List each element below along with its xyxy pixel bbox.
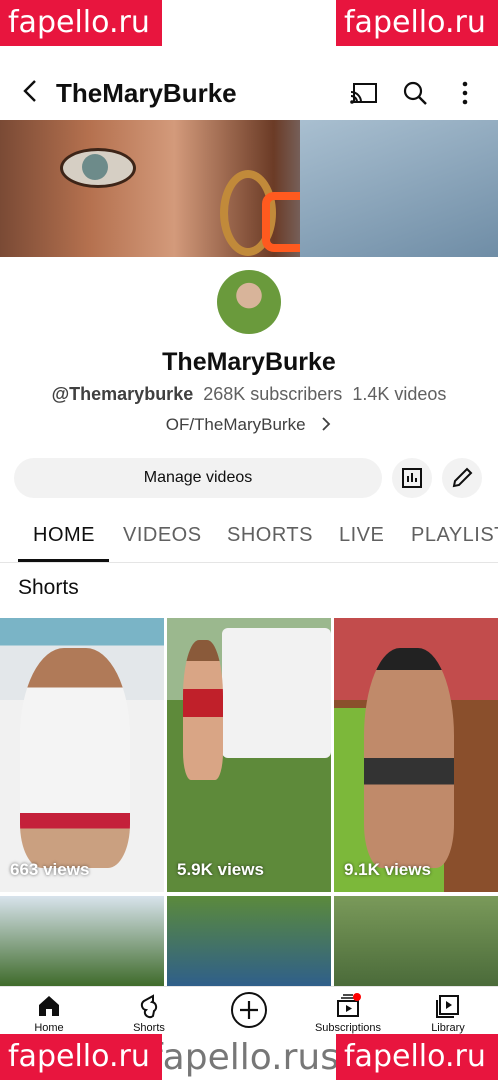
short-thumbnail[interactable]: 9.1K views (334, 618, 498, 892)
nav-library-label: Library (431, 1022, 465, 1034)
channel-title: TheMaryBurke (56, 78, 237, 108)
manage-videos-button[interactable]: Manage videos (14, 458, 382, 498)
banner-iris (82, 154, 108, 180)
channel-link[interactable]: OF/TheMaryBurke (0, 415, 498, 435)
short-thumbnail[interactable]: 5.9K views (167, 618, 331, 892)
back-arrow-icon[interactable] (16, 76, 46, 106)
app-bar: TheMaryBurke (0, 64, 498, 124)
home-icon (39, 996, 59, 1016)
edit-channel-button[interactable] (442, 458, 482, 498)
nav-shorts-label: Shorts (133, 1022, 165, 1034)
watermark-bottom-url: fapello.russ.com/ma (150, 1037, 350, 1078)
nav-subscriptions[interactable]: Subscriptions (303, 993, 393, 1034)
bottom-navigation: Home Shorts Subscriptions Library (0, 986, 498, 1035)
tab-indicator (18, 559, 109, 562)
channel-avatar[interactable] (217, 270, 281, 334)
banner-denim (300, 120, 498, 257)
short-thumbnail[interactable] (0, 896, 164, 986)
watermark-top-left: fapello.ru (0, 0, 162, 46)
create-icon[interactable] (230, 991, 268, 1029)
more-options-icon[interactable] (458, 80, 472, 106)
nav-subscriptions-label: Subscriptions (314, 1022, 382, 1034)
short-thumbnail[interactable] (334, 896, 498, 986)
subscriber-count: 268K subscribers (203, 384, 343, 404)
watermark-top-right: fapello.ru (336, 0, 498, 46)
short-views: 663 views (10, 860, 90, 879)
pencil-icon (452, 467, 473, 488)
search-icon[interactable] (402, 80, 428, 106)
watermark-bottom-left: fapello.ru (0, 1034, 162, 1080)
video-count: 1.4K videos (352, 384, 447, 404)
analytics-button[interactable] (392, 458, 432, 498)
tab-playlists[interactable]: PLAYLISTS (411, 524, 498, 547)
short-thumbnail[interactable]: 663 views (0, 618, 164, 892)
tab-videos[interactable]: VIDEOS (123, 524, 202, 547)
tab-live[interactable]: LIVE (339, 524, 384, 547)
shorts-icon (140, 994, 158, 1019)
nav-home[interactable]: Home (4, 993, 94, 1034)
nav-library[interactable]: Library (403, 993, 493, 1034)
shorts-section-title: Shorts (18, 576, 79, 599)
channel-tabs: HOME VIDEOS SHORTS LIVE PLAYLISTS (0, 514, 498, 563)
channel-banner (0, 120, 498, 257)
short-views: 5.9K views (177, 860, 264, 879)
nav-home-label: Home (34, 1022, 64, 1034)
short-thumbnail[interactable] (167, 896, 331, 986)
nav-shorts[interactable]: Shorts (104, 993, 194, 1034)
watermark-bottom-right: fapello.ru (336, 1034, 498, 1080)
subscriptions-icon (337, 993, 361, 1017)
tab-home[interactable]: HOME (33, 524, 95, 547)
analytics-icon (402, 468, 422, 488)
channel-name: TheMaryBurke (162, 348, 336, 376)
channel-link-text: OF/TheMaryBurke (165, 415, 306, 434)
cast-icon[interactable] (350, 82, 378, 106)
channel-handle: @Themaryburke (51, 384, 194, 404)
short-views: 9.1K views (344, 860, 431, 879)
tab-shorts[interactable]: SHORTS (227, 524, 313, 547)
chevron-right-icon (322, 417, 331, 431)
library-icon (436, 995, 459, 1018)
channel-meta: @Themaryburke 268K subscribers 1.4K vide… (0, 384, 498, 405)
